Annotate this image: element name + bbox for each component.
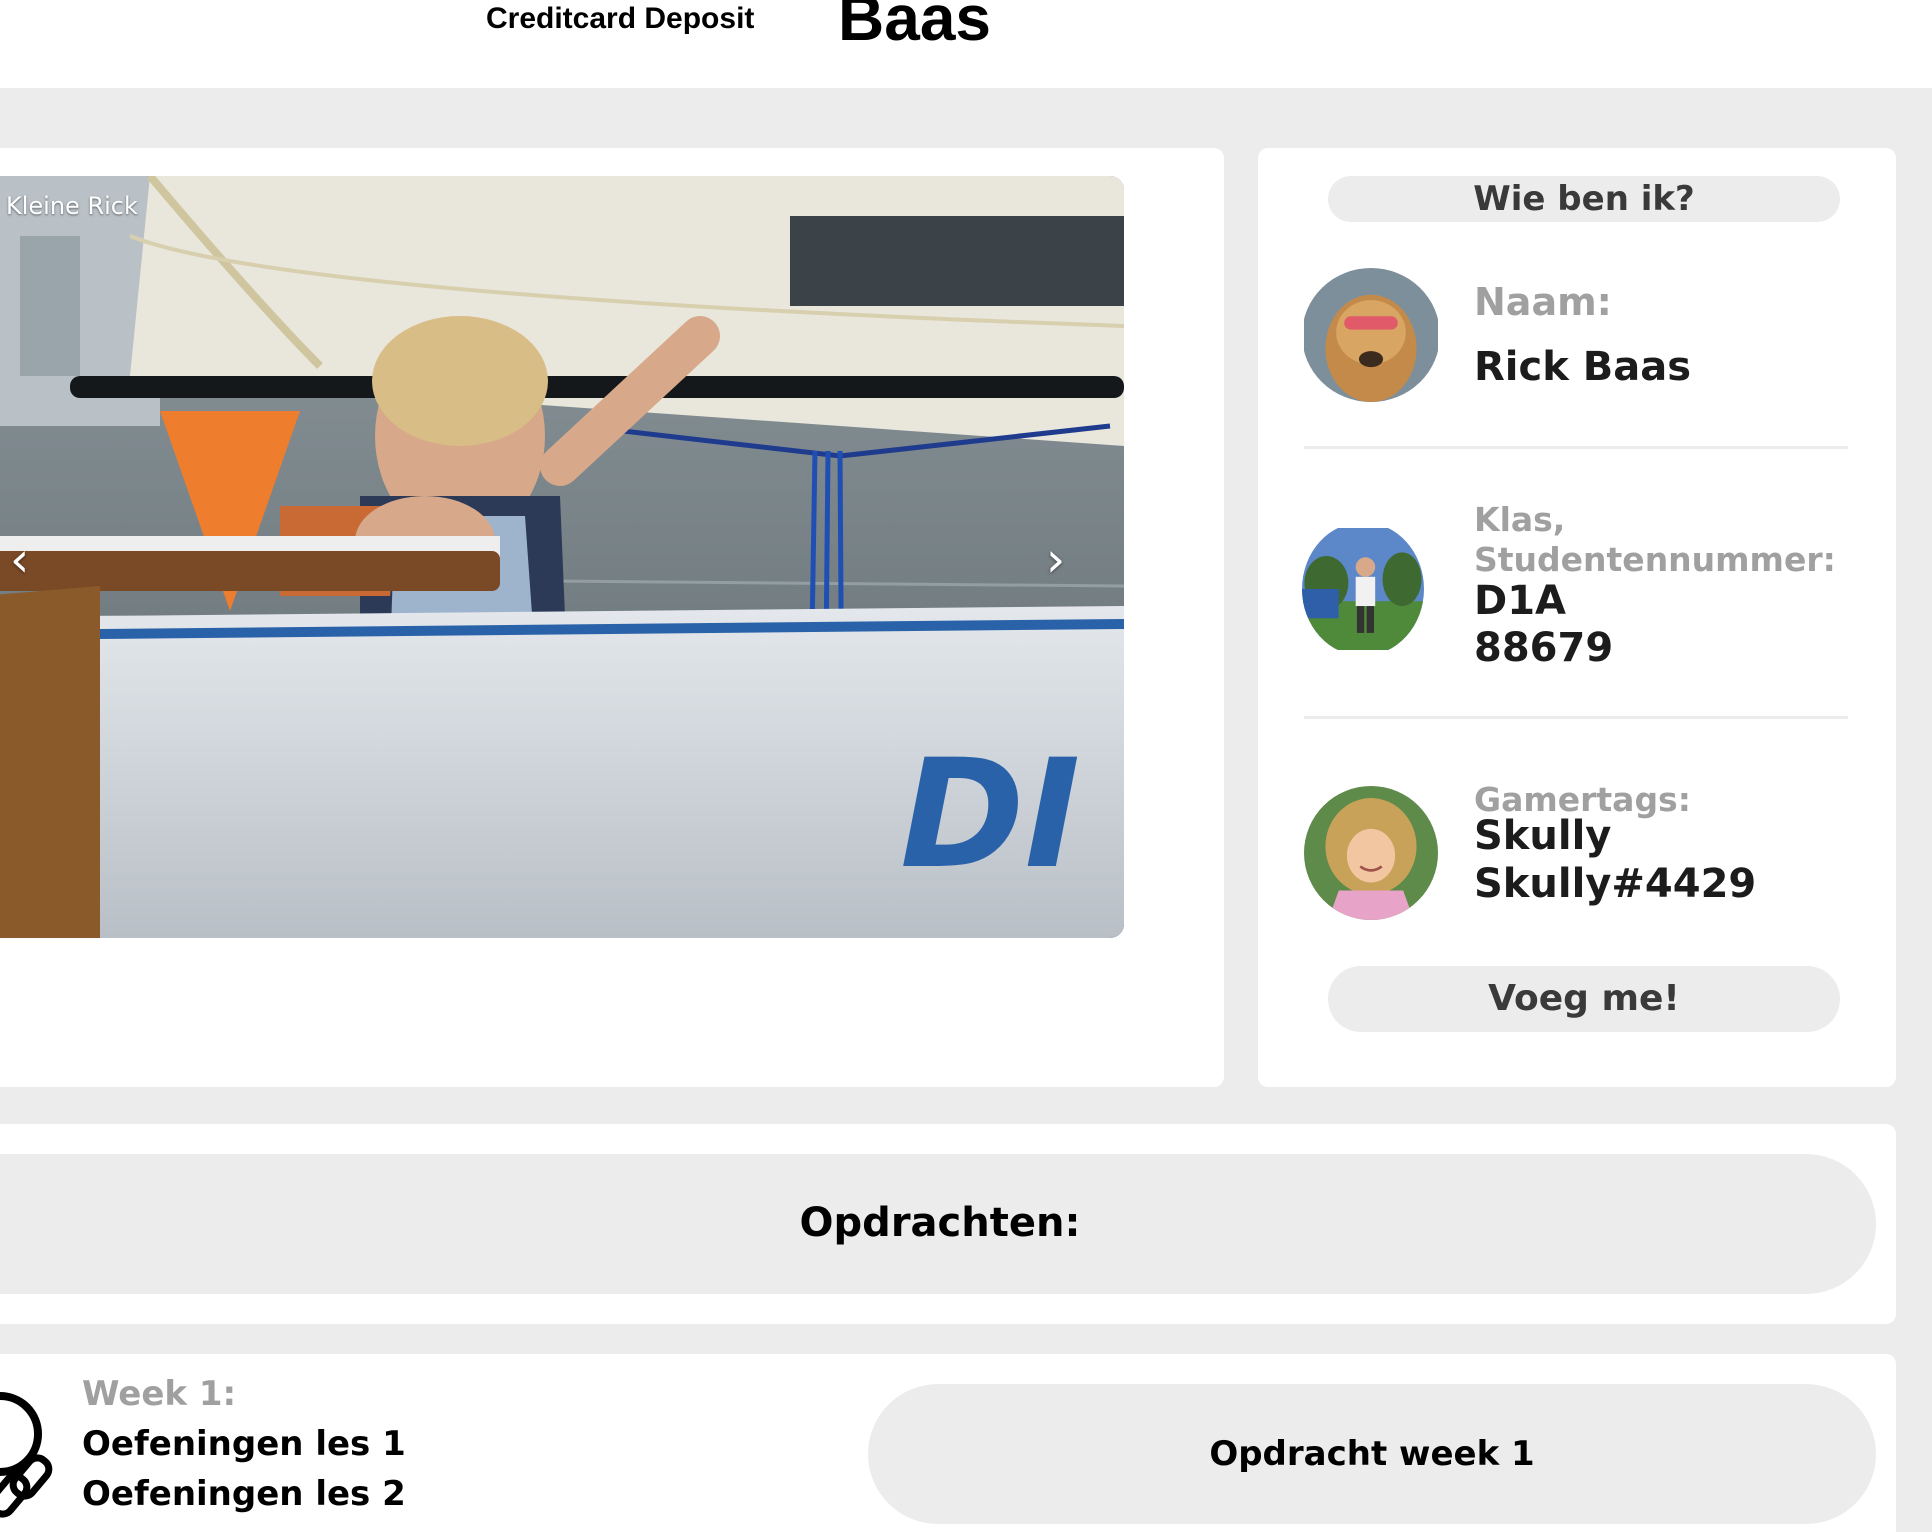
- slider-next-button[interactable]: ›: [1046, 536, 1065, 584]
- svg-text:DI: DI: [900, 728, 1080, 902]
- class-value: D1A 88679: [1474, 578, 1613, 672]
- avatar-cartoon: [1304, 786, 1438, 920]
- gamertag-1: Skully: [1474, 813, 1612, 859]
- divider: [1304, 716, 1848, 719]
- class-student-number-label: Klas, Studentennummer:: [1474, 500, 1836, 579]
- who-am-i-button[interactable]: Wie ben ik?: [1328, 176, 1840, 222]
- gamertag-2: Skully#4429: [1474, 861, 1757, 907]
- avatar-person: [1302, 522, 1424, 656]
- dog-image-icon: [1304, 268, 1438, 402]
- brand-title: Baas: [838, 0, 991, 54]
- gamertags-value: Skully Skully#4429: [1474, 812, 1756, 908]
- slide-caption: Kleine Rick: [6, 192, 138, 220]
- add-me-button[interactable]: Voeg me!: [1328, 966, 1840, 1032]
- slide-photo-boy-sailing: DI: [0, 176, 1124, 938]
- assignments-title: Opdrachten:: [799, 1200, 1081, 1246]
- creditcard-deposit-link[interactable]: Creditcard Deposit: [486, 2, 754, 36]
- divider: [1304, 446, 1848, 449]
- week-label: Week 1:: [82, 1374, 237, 1414]
- avatar-dog: [1302, 268, 1440, 402]
- cartoon-image-icon: [1304, 786, 1438, 920]
- week-item-oefeningen-les-1[interactable]: Oefeningen les 1: [82, 1424, 406, 1464]
- name-value: Rick Baas: [1474, 344, 1692, 390]
- slider-prev-button[interactable]: ‹: [10, 536, 29, 584]
- name-label: Naam:: [1474, 280, 1612, 324]
- student-number: 88679: [1474, 625, 1614, 671]
- assignment-week-1-button[interactable]: Opdracht week 1: [868, 1384, 1876, 1524]
- chain-link-icon: [0, 1392, 53, 1518]
- image-slider[interactable]: DI Kleine Rick ‹ ›: [0, 176, 1124, 938]
- top-bar: Creditcard Deposit Baas: [0, 0, 1932, 88]
- class-code: D1A: [1474, 578, 1566, 624]
- week-item-oefeningen-les-2[interactable]: Oefeningen les 2: [82, 1474, 406, 1514]
- person-image-icon: [1302, 528, 1424, 650]
